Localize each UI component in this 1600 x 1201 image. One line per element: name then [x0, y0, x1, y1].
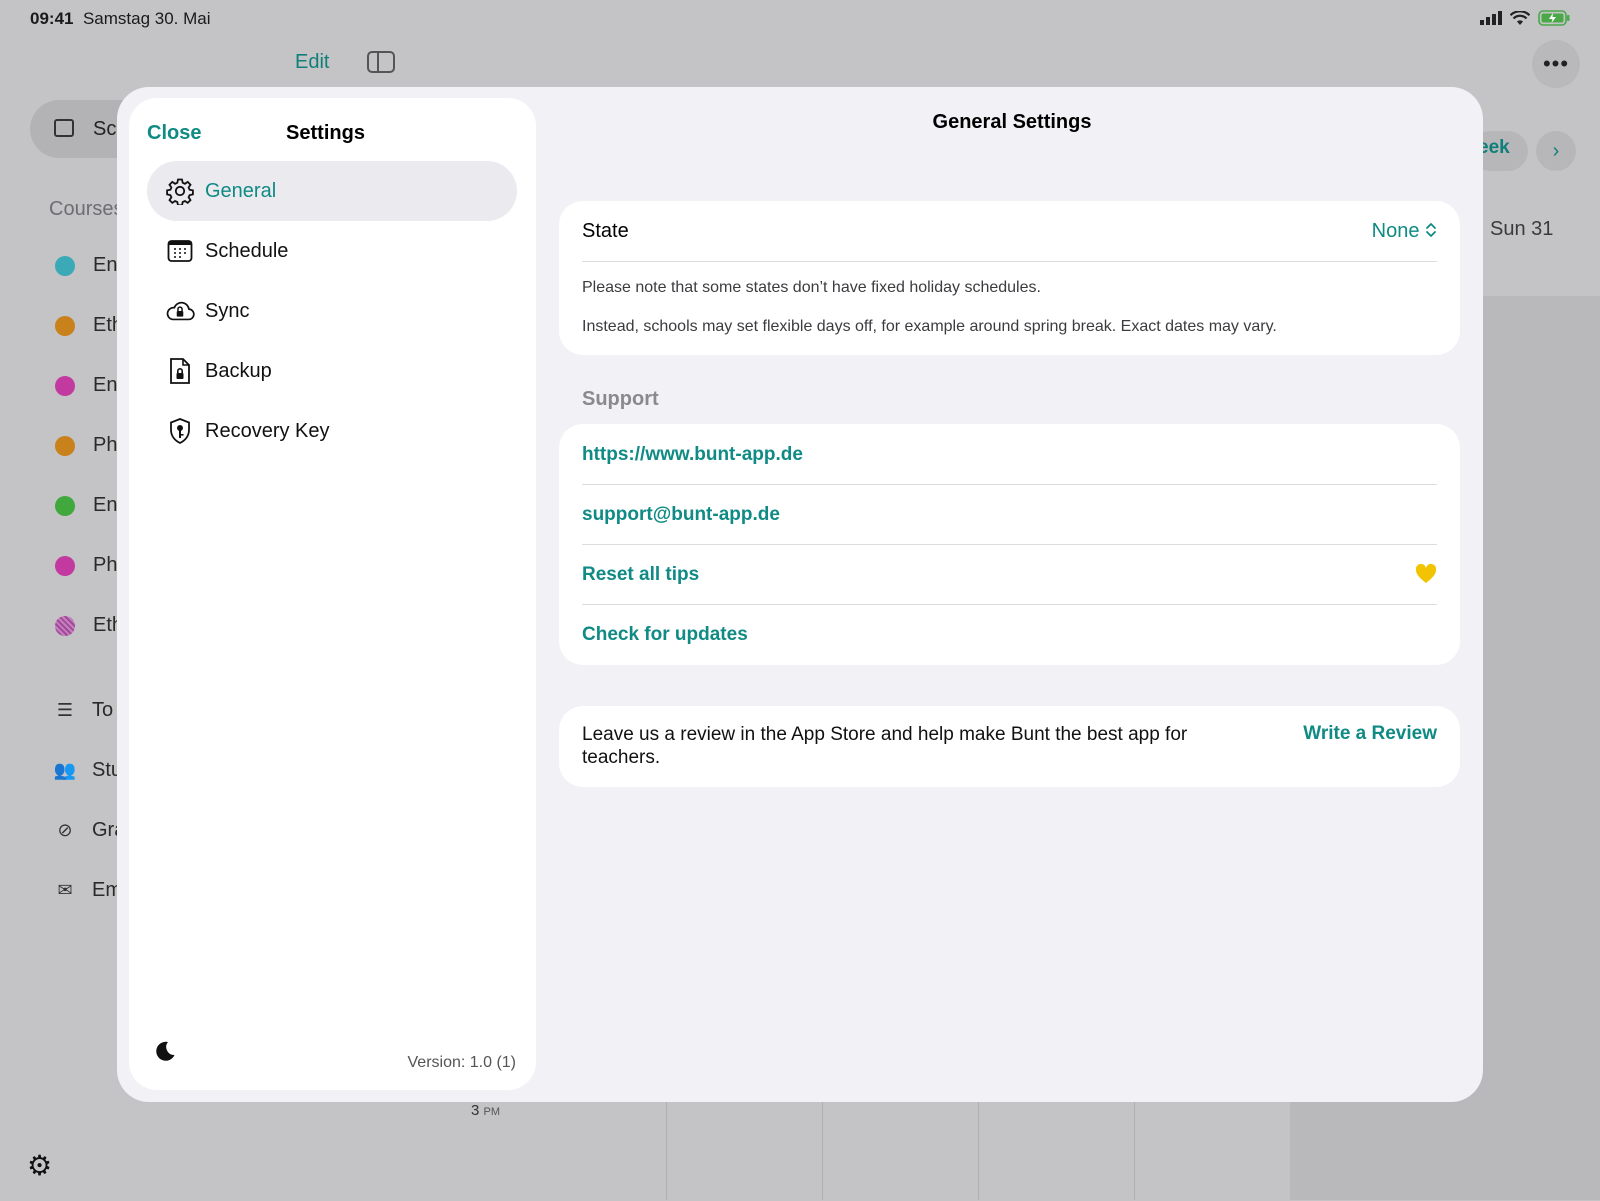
settings-modal: Close Settings General Schedule Sync Bac…: [117, 87, 1483, 1102]
battery-icon: [1538, 10, 1570, 26]
edit-button[interactable]: Edit: [295, 51, 329, 74]
version-label: Version: 1.0 (1): [407, 1054, 517, 1071]
course-color-dot: [55, 615, 75, 636]
state-label: State: [582, 220, 629, 242]
courses-section-header: Courses: [49, 198, 124, 220]
settings-sidebar: Close Settings General Schedule Sync Bac…: [129, 98, 536, 1090]
reset-tips-button[interactable]: Reset all tips: [582, 544, 1437, 605]
calendar-icon: [54, 119, 74, 137]
status-date: Samstag 30. Mai: [82, 9, 211, 28]
course-color-dot: [55, 375, 75, 396]
state-row[interactable]: State None: [582, 201, 1437, 262]
course-color-dot: [55, 315, 75, 336]
course-color-dot: [55, 555, 75, 576]
document-lock-icon: [165, 356, 195, 386]
sidebar-item-label: Sync: [205, 299, 250, 322]
state-note: Please note that some states don’t have …: [582, 279, 1041, 296]
support-card: https://www.bunt-app.de support@bunt-app…: [559, 424, 1460, 665]
review-card: Leave us a review in the App Store and h…: [559, 706, 1460, 787]
page-title: General Settings: [932, 111, 1092, 133]
status-icons: [1480, 10, 1570, 26]
reset-tips-label: Reset all tips: [582, 564, 700, 585]
course-color-dot: [55, 255, 75, 276]
review-text: Leave us a review in the App Store and h…: [582, 724, 1188, 768]
sidebar-title: Settings: [286, 122, 365, 144]
moon-icon[interactable]: [153, 1039, 177, 1063]
settings-menu: General Schedule Sync Backup Recovery Ke…: [147, 161, 517, 461]
cloud-lock-icon: [165, 296, 195, 326]
state-note: Instead, schools may set flexible days o…: [582, 318, 1277, 335]
support-email-label: support@bunt-app.de: [582, 504, 780, 525]
website-link[interactable]: https://www.bunt-app.de: [582, 424, 1437, 485]
support-section-header: Support: [582, 388, 659, 410]
sidebar-item-label: Sc: [93, 118, 117, 140]
nav-item-students[interactable]: 👥 Stu: [54, 759, 122, 782]
calendar-icon: [165, 236, 195, 266]
chevron-up-down-icon: [1426, 223, 1436, 237]
status-bar: 09:41 Samstag 30. Mai: [0, 0, 1600, 36]
gear-icon: [165, 176, 195, 206]
sidebar-item-sync[interactable]: Sync: [147, 281, 517, 341]
grid-divider: [978, 1100, 979, 1200]
course-item[interactable]: En: [55, 494, 117, 517]
nav-item-todo[interactable]: ☰ To: [54, 699, 113, 722]
state-picker[interactable]: None: [1372, 220, 1437, 243]
shield-key-icon: [165, 416, 195, 446]
sidebar-item-general[interactable]: General: [147, 161, 517, 221]
course-item[interactable]: Ph: [55, 434, 117, 457]
more-button[interactable]: •••: [1532, 40, 1580, 88]
settings-gear-icon[interactable]: ⚙: [27, 1149, 52, 1182]
sidebar-item-schedule[interactable]: Schedule: [147, 221, 517, 281]
time-label: 3 PM: [471, 1102, 501, 1119]
course-color-dot: [55, 435, 75, 456]
course-item[interactable]: Eth: [55, 614, 123, 637]
day-header: Sun 31: [1490, 218, 1554, 240]
course-color-dot: [55, 495, 75, 516]
status-time: 09:41 Samstag 30. Mai: [30, 9, 211, 28]
write-review-button[interactable]: Write a Review: [1303, 723, 1437, 745]
sidebar-item-label: Backup: [205, 359, 272, 382]
grid-divider: [1134, 1100, 1135, 1200]
check-updates-button[interactable]: Check for updates: [582, 604, 1437, 664]
sidebar-item-label: Recovery Key: [205, 419, 330, 442]
grid-divider: [822, 1100, 823, 1200]
course-item[interactable]: En: [55, 374, 117, 397]
check-updates-label: Check for updates: [582, 624, 748, 645]
chevron-right-icon[interactable]: ›: [1536, 131, 1576, 171]
heart-icon: [1415, 563, 1437, 590]
sidebar-item-label: Schedule: [205, 239, 289, 262]
course-item[interactable]: En: [55, 254, 117, 277]
signal-icon: [1480, 11, 1502, 25]
support-email-link[interactable]: support@bunt-app.de: [582, 484, 1437, 545]
course-item[interactable]: Ph: [55, 554, 117, 577]
grid-divider: [666, 1100, 667, 1200]
state-value: None: [1371, 220, 1420, 242]
sidebar-item-backup[interactable]: Backup: [147, 341, 517, 401]
course-item[interactable]: Eth: [55, 314, 123, 337]
people-icon: 👥: [53, 760, 77, 780]
sidebar-item-label: General: [205, 179, 277, 202]
nav-item-email[interactable]: ✉ Em: [54, 879, 122, 902]
checklist-icon: ☰: [56, 700, 74, 720]
nav-item-grades[interactable]: ⊘ Gra: [54, 819, 125, 842]
sidebar-item-recovery-key[interactable]: Recovery Key: [147, 401, 517, 461]
grade-icon: ⊘: [57, 820, 73, 840]
wifi-icon: [1510, 10, 1530, 25]
state-card: State None Please note that some states …: [559, 201, 1460, 355]
website-link-label: https://www.bunt-app.de: [582, 444, 803, 465]
envelope-icon: ✉: [57, 880, 73, 900]
sidebar-toggle-icon[interactable]: [367, 51, 395, 73]
